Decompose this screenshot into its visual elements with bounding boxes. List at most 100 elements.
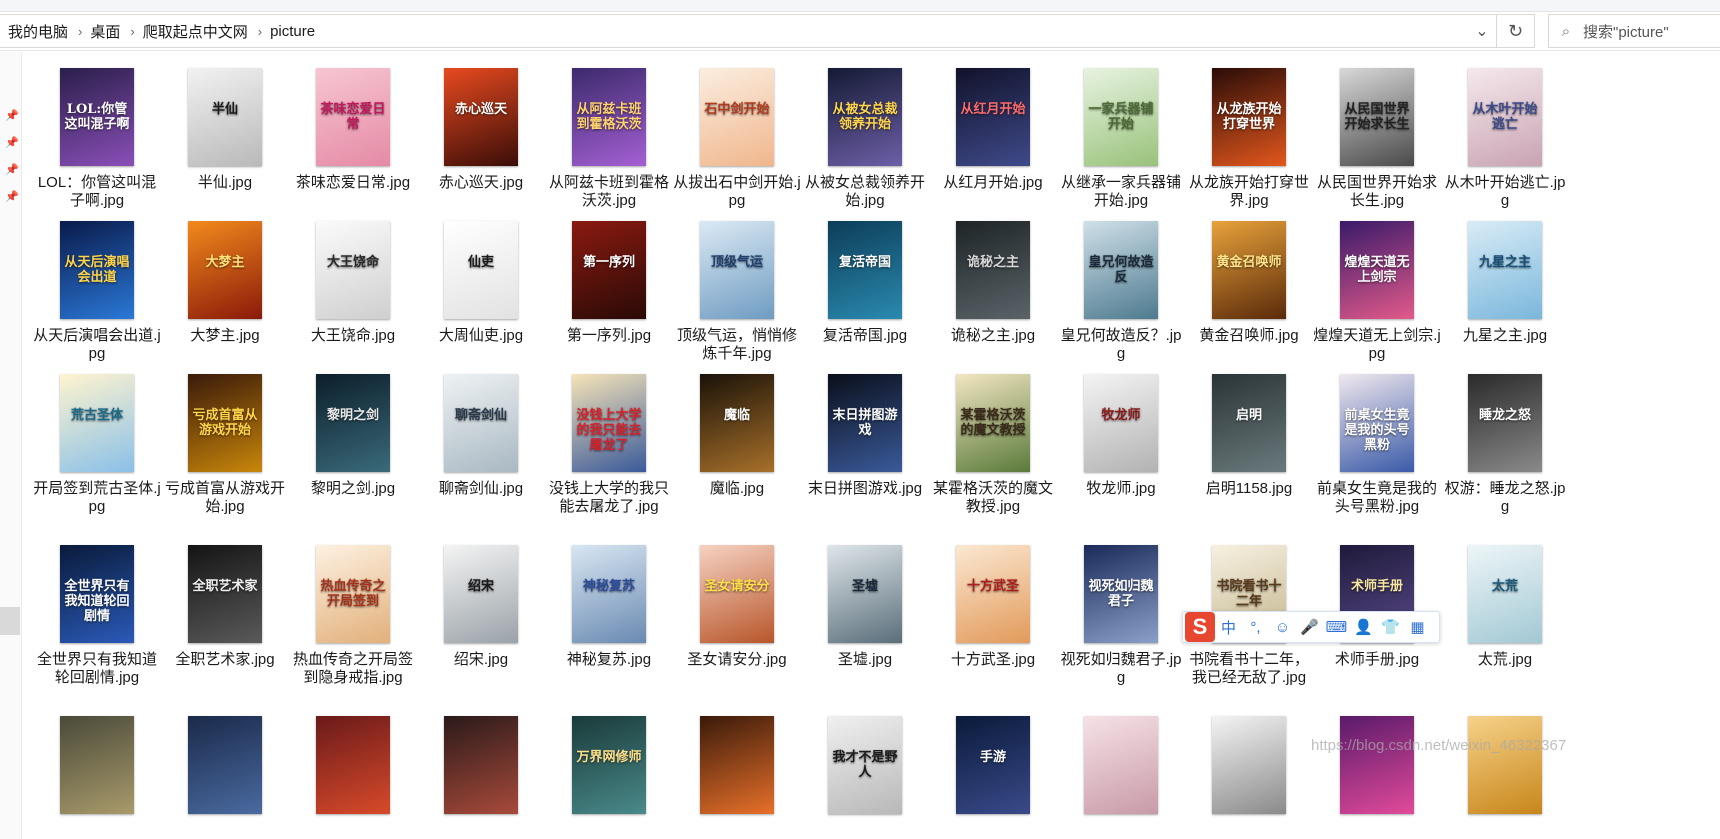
- file-item[interactable]: 太荒 太荒.jpg: [1441, 545, 1569, 669]
- file-thumbnail[interactable]: 万界网修师: [572, 716, 646, 814]
- file-item[interactable]: 半仙 半仙.jpg: [161, 68, 289, 192]
- file-name[interactable]: 聊斋剑仙.jpg: [417, 480, 545, 498]
- file-item[interactable]: 启明 启明1158.jpg: [1185, 374, 1313, 498]
- file-name[interactable]: 大梦主.jpg: [161, 327, 289, 345]
- file-thumbnail[interactable]: [1084, 716, 1158, 814]
- file-name[interactable]: 末日拼图游戏.jpg: [801, 480, 929, 498]
- file-item[interactable]: 视死如归魏君子视死如归魏君子.jpg: [1057, 545, 1185, 687]
- file-thumbnail[interactable]: 半仙: [188, 68, 262, 166]
- file-thumbnail[interactable]: 从木叶开始逃亡: [1468, 68, 1542, 166]
- file-item[interactable]: 术师手册 术师手册.jpg: [1313, 545, 1441, 669]
- emoji-icon[interactable]: ☺: [1269, 619, 1296, 636]
- file-thumbnail[interactable]: 大王饶命: [316, 221, 390, 319]
- file-thumbnail[interactable]: [1468, 716, 1542, 814]
- file-name[interactable]: 全职艺术家.jpg: [161, 651, 289, 669]
- file-name[interactable]: 书院看书十二年，我已经无敌了.jpg: [1185, 651, 1313, 687]
- file-item[interactable]: 大王饶命大王饶命.jpg: [289, 221, 417, 345]
- file-thumbnail[interactable]: [188, 716, 262, 814]
- file-name[interactable]: 圣女请安分.jpg: [673, 651, 801, 669]
- file-thumbnail[interactable]: 牧龙师: [1084, 374, 1158, 472]
- file-name[interactable]: 视死如归魏君子.jpg: [1057, 651, 1185, 687]
- file-name[interactable]: 煌煌天道无上剑宗.jpg: [1313, 327, 1441, 363]
- refresh-button[interactable]: ↻: [1497, 14, 1535, 48]
- ime-mode-toggle[interactable]: 中: [1215, 617, 1242, 638]
- file-name[interactable]: 从红月开始.jpg: [929, 174, 1057, 192]
- file-thumbnail[interactable]: 圣女请安分: [700, 545, 774, 643]
- file-name[interactable]: 亏成首富从游戏开始.jpg: [161, 480, 289, 516]
- file-name[interactable]: 大周仙吏.jpg: [417, 327, 545, 345]
- file-name[interactable]: 圣墟.jpg: [801, 651, 929, 669]
- file-thumbnail[interactable]: 我才不是野人: [828, 716, 902, 814]
- file-item[interactable]: 手游: [929, 716, 1057, 822]
- file-name[interactable]: 赤心巡天.jpg: [417, 174, 545, 192]
- file-item[interactable]: 万界网修师: [545, 716, 673, 822]
- breadcrumb-item[interactable]: picture: [262, 23, 315, 40]
- file-item[interactable]: 全职艺术家全职艺术家.jpg: [161, 545, 289, 669]
- file-name[interactable]: 绍宋.jpg: [417, 651, 545, 669]
- file-thumbnail[interactable]: 圣墟: [828, 545, 902, 643]
- file-item[interactable]: 仙吏 大周仙吏.jpg: [417, 221, 545, 345]
- file-item[interactable]: 石中剑开始 从拔出石中剑开始.jpg: [673, 68, 801, 210]
- punctuation-icon[interactable]: °,: [1242, 619, 1269, 636]
- file-item[interactable]: 热血传奇之开局签到 热血传奇之开局签到隐身戒指.jpg: [289, 545, 417, 687]
- file-name[interactable]: 没钱上大学的我只能去屠龙了.jpg: [545, 480, 673, 516]
- file-item[interactable]: 皇兄何故造反 皇兄何故造反？.jpg: [1057, 221, 1185, 363]
- file-item[interactable]: 没钱上大学的我只能去屠龙了 没钱上大学的我只能去屠龙了.jpg: [545, 374, 673, 516]
- file-item[interactable]: [33, 716, 161, 822]
- file-item[interactable]: 前桌女生竟是我的头号黑粉 前桌女生竟是我的头号黑粉.jpg: [1313, 374, 1441, 516]
- breadcrumb-item[interactable]: 爬取起点中文网: [135, 21, 248, 42]
- file-name[interactable]: 大王饶命.jpg: [289, 327, 417, 345]
- file-item[interactable]: [1057, 716, 1185, 822]
- search-box[interactable]: ⌕ 搜索"picture": [1548, 14, 1720, 48]
- file-item[interactable]: 从阿兹卡班到霍格沃茨 从阿兹卡班到霍格沃茨.jpg: [545, 68, 673, 210]
- file-thumbnail[interactable]: 末日拼图游戏: [828, 374, 902, 472]
- file-item[interactable]: 我才不是野人: [801, 716, 929, 822]
- file-name[interactable]: 全世界只有我知道轮回剧情.jpg: [33, 651, 161, 687]
- nav-selected-item[interactable]: [0, 607, 20, 635]
- file-item[interactable]: 茶味恋爱日常 茶味恋爱日常.jpg: [289, 68, 417, 192]
- file-thumbnail[interactable]: 从龙族开始打穿世界: [1212, 68, 1286, 166]
- file-item[interactable]: 某霍格沃茨的魔文教授 某霍格沃茨的魔文教授.jpg: [929, 374, 1057, 516]
- file-thumbnail[interactable]: 九星之主: [1468, 221, 1542, 319]
- ime-logo-icon[interactable]: S: [1185, 612, 1215, 642]
- file-item[interactable]: 九星之主 九星之主.jpg: [1441, 221, 1569, 345]
- file-thumbnail[interactable]: [60, 716, 134, 814]
- file-name[interactable]: 从被女总裁领养开始.jpg: [801, 174, 929, 210]
- file-item[interactable]: 神秘复苏 神秘复苏.jpg: [545, 545, 673, 669]
- file-item[interactable]: 亏成首富从游戏开始 亏成首富从游戏开始.jpg: [161, 374, 289, 516]
- file-thumbnail[interactable]: 从阿兹卡班到霍格沃茨: [572, 68, 646, 166]
- ime-toolbar[interactable]: S 中 °, ☺ 🎤 ⌨ 👤 👕 ▦: [1182, 611, 1440, 643]
- file-item[interactable]: 全世界只有我知道轮回剧情 全世界只有我知道轮回剧情.jpg: [33, 545, 161, 687]
- file-item[interactable]: [289, 716, 417, 822]
- file-thumbnail[interactable]: 绍宋: [444, 545, 518, 643]
- file-thumbnail[interactable]: 从被女总裁领养开始: [828, 68, 902, 166]
- file-name[interactable]: 神秘复苏.jpg: [545, 651, 673, 669]
- file-item[interactable]: 黄金召唤师 黄金召唤师.jpg: [1185, 221, 1313, 345]
- file-name[interactable]: 开局签到荒古圣体.jpg: [33, 480, 161, 516]
- file-name[interactable]: 第一序列.jpg: [545, 327, 673, 345]
- file-name[interactable]: 某霍格沃茨的魔文教授.jpg: [929, 480, 1057, 516]
- file-item[interactable]: 顶级气运 顶级气运，悄悄修炼千年.jpg: [673, 221, 801, 363]
- file-item[interactable]: 从天后演唱会出道 从天后演唱会出道.jpg: [33, 221, 161, 363]
- file-item[interactable]: 绍宋绍宋.jpg: [417, 545, 545, 669]
- file-item[interactable]: 睡龙之怒 权游：睡龙之怒.jpg: [1441, 374, 1569, 516]
- file-name[interactable]: 术师手册.jpg: [1313, 651, 1441, 669]
- file-thumbnail[interactable]: 视死如归魏君子: [1084, 545, 1158, 643]
- file-item[interactable]: 从民国世界开始求长生 从民国世界开始求长生.jpg: [1313, 68, 1441, 210]
- file-thumbnail[interactable]: 魔临: [700, 374, 774, 472]
- file-item[interactable]: 赤心巡天 赤心巡天.jpg: [417, 68, 545, 192]
- file-thumbnail[interactable]: 荒古圣体: [60, 374, 134, 472]
- file-thumbnail[interactable]: 全职艺术家: [188, 545, 262, 643]
- file-thumbnail[interactable]: 热血传奇之开局签到: [316, 545, 390, 643]
- file-item[interactable]: [1313, 716, 1441, 822]
- file-name[interactable]: 权游：睡龙之怒.jpg: [1441, 480, 1569, 516]
- file-thumbnail[interactable]: 煌煌天道无上剑宗: [1340, 221, 1414, 319]
- pin-icon[interactable]: 📌: [5, 136, 19, 149]
- pin-icon[interactable]: 📌: [5, 109, 19, 122]
- file-item[interactable]: [673, 716, 801, 822]
- toolbox-icon[interactable]: ▦: [1404, 618, 1431, 636]
- file-name[interactable]: LOL：你管这叫混子啊.jpg: [33, 174, 161, 210]
- file-item[interactable]: 荒古圣体开局签到荒古圣体.jpg: [33, 374, 161, 516]
- file-item[interactable]: 大梦主 大梦主.jpg: [161, 221, 289, 345]
- file-item[interactable]: 聊斋剑仙 聊斋剑仙.jpg: [417, 374, 545, 498]
